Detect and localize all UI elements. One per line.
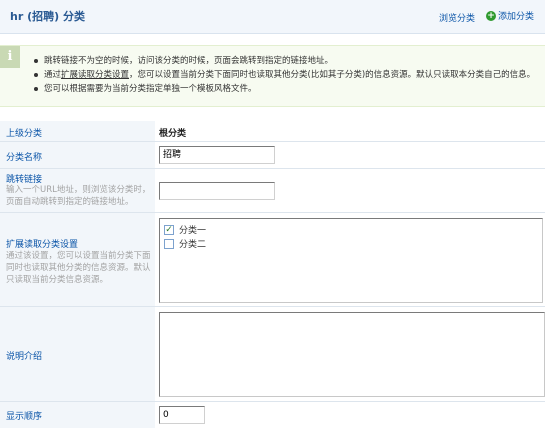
tip-text: ，您可以设置当前分类下面同时也读取其他分类(比如其子分类)的信息资源。默认只读取… bbox=[129, 70, 536, 80]
category-name-row: 分类名称 招聘 bbox=[0, 142, 545, 169]
parent-category-label: 上级分类 bbox=[6, 129, 43, 139]
tips-list: 跳转链接不为空的时候，访问该分类的时候，页面会跳转到指定的链接地址。 通过扩展读… bbox=[34, 54, 535, 96]
extend-read-label: 扩展读取分类设置 bbox=[6, 240, 79, 250]
tip-item: 您可以根据需要为当前分类指定单独一个模板风格文件。 bbox=[34, 82, 535, 96]
tip-item: 通过扩展读取分类设置，您可以设置当前分类下面同时也读取其他分类(比如其子分类)的… bbox=[34, 68, 535, 82]
page-header: hr (招聘) 分类 浏览分类 + 添加分类 bbox=[0, 0, 545, 34]
extend-settings-link[interactable]: 扩展读取分类设置 bbox=[61, 70, 129, 80]
display-order-input[interactable]: 0 bbox=[159, 406, 205, 424]
add-category-button[interactable]: + 添加分类 bbox=[486, 9, 534, 22]
redirect-link-desc: 输入一个URL地址，则浏览该分类时，页面自动跳转到指定的链接地址。 bbox=[6, 185, 151, 207]
category-checkbox-list: ✓ 分类一 分类二 bbox=[159, 218, 543, 303]
description-textarea[interactable] bbox=[159, 312, 545, 397]
page-title: hr (招聘) 分类 bbox=[10, 10, 85, 23]
checkbox-option-1[interactable]: ✓ 分类一 bbox=[164, 223, 206, 236]
extend-read-desc: 通过该设置，您可以设置当前分类下面同时也读取其他分类的信息资源。默认只读取当前分… bbox=[6, 251, 151, 285]
description-row: 说明介绍 bbox=[0, 307, 545, 402]
checkbox-option-2[interactable]: 分类二 bbox=[164, 237, 206, 250]
info-icon: i bbox=[0, 46, 20, 68]
add-category-label[interactable]: 添加分类 bbox=[498, 9, 534, 22]
tip-item: 跳转链接不为空的时候，访问该分类的时候，页面会跳转到指定的链接地址。 bbox=[34, 54, 535, 68]
display-order-label: 显示顺序 bbox=[6, 412, 43, 422]
extend-read-row: 扩展读取分类设置 通过该设置，您可以设置当前分类下面同时也读取其他分类的信息资源… bbox=[0, 213, 545, 307]
checkbox-checked-icon[interactable]: ✓ bbox=[164, 224, 174, 235]
parent-category-row: 上级分类 根分类 bbox=[0, 121, 545, 142]
display-order-row: 显示顺序 0 bbox=[0, 402, 545, 428]
tips-panel: i 跳转链接不为空的时候，访问该分类的时候，页面会跳转到指定的链接地址。 通过扩… bbox=[0, 45, 545, 107]
checkbox-label: 分类二 bbox=[179, 240, 207, 250]
category-name-input[interactable]: 招聘 bbox=[159, 146, 275, 164]
description-label: 说明介绍 bbox=[6, 352, 43, 362]
redirect-link-row: 跳转链接 输入一个URL地址，则浏览该分类时，页面自动跳转到指定的链接地址。 bbox=[0, 169, 545, 213]
browse-categories-link[interactable]: 浏览分类 bbox=[439, 11, 475, 24]
checkbox-unchecked-icon[interactable] bbox=[164, 238, 174, 249]
category-name-label: 分类名称 bbox=[6, 153, 43, 163]
redirect-link-input[interactable] bbox=[159, 182, 275, 200]
checkbox-label: 分类一 bbox=[179, 226, 207, 236]
tip-text: 通过 bbox=[44, 70, 62, 80]
parent-category-value: 根分类 bbox=[159, 129, 187, 139]
plus-circle-icon: + bbox=[486, 10, 496, 21]
